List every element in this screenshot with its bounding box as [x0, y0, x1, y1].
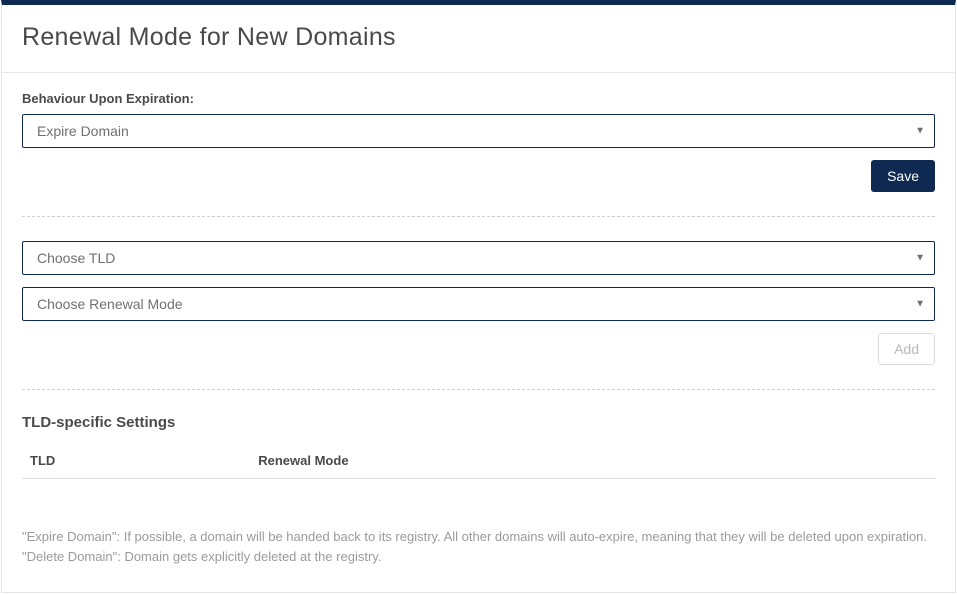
header: Renewal Mode for New Domains	[2, 5, 955, 73]
table-header-renewal-mode: Renewal Mode	[250, 443, 935, 479]
page-title: Renewal Mode for New Domains	[22, 23, 935, 52]
renewal-mode-select[interactable]: Choose Renewal Mode	[22, 287, 935, 321]
behaviour-select[interactable]: Expire Domain	[22, 114, 935, 148]
tld-settings-table: TLD Renewal Mode	[22, 443, 935, 479]
table-header-tld: TLD	[22, 443, 250, 479]
renewal-mode-select-wrapper: Choose Renewal Mode ▼	[22, 287, 935, 321]
add-row: Add	[22, 333, 935, 365]
add-button[interactable]: Add	[878, 333, 935, 365]
save-button[interactable]: Save	[871, 160, 935, 192]
table-header-row: TLD Renewal Mode	[22, 443, 935, 479]
panel: Renewal Mode for New Domains Behaviour U…	[1, 0, 956, 593]
tld-select[interactable]: Choose TLD	[22, 241, 935, 275]
content: Behaviour Upon Expiration: Expire Domain…	[2, 73, 955, 586]
behaviour-select-wrapper: Expire Domain ▼	[22, 114, 935, 148]
help-text: "Expire Domain": If possible, a domain w…	[22, 527, 935, 566]
tld-select-wrapper: Choose TLD ▼	[22, 241, 935, 275]
behaviour-label: Behaviour Upon Expiration:	[22, 91, 935, 106]
tld-settings-heading: TLD-specific Settings	[22, 414, 935, 431]
divider	[22, 389, 935, 390]
divider	[22, 216, 935, 217]
save-row: Save	[22, 160, 935, 192]
